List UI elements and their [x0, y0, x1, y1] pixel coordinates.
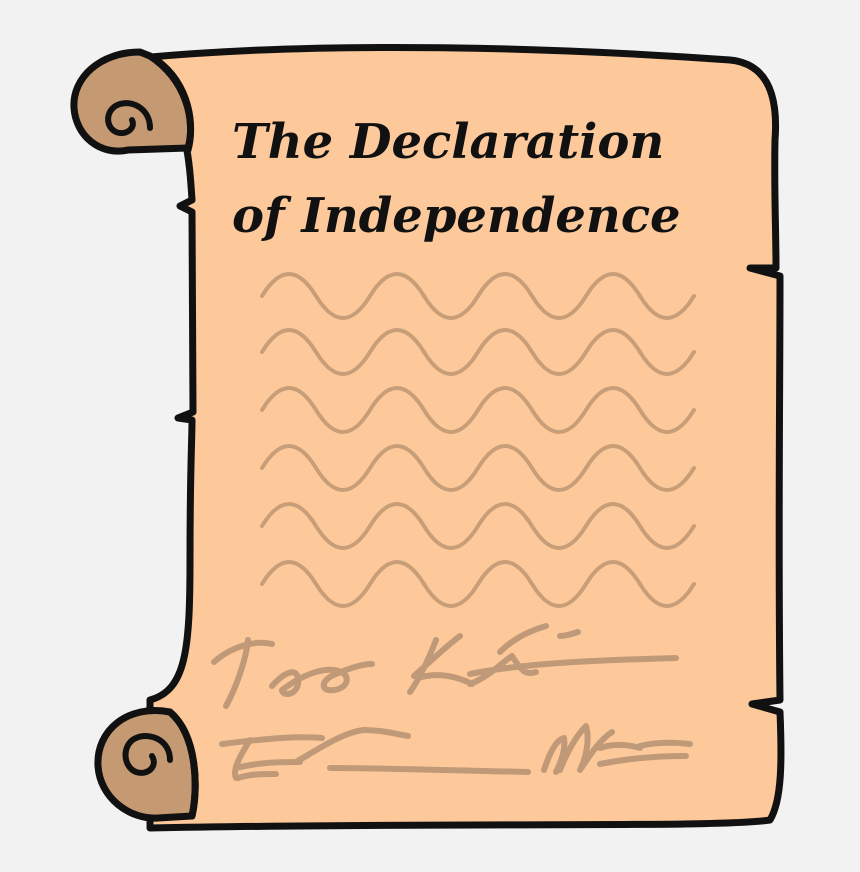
- parchment-scroll-icon: The Declaration of Independence: [70, 43, 785, 832]
- title-line-2: of Independence: [232, 188, 681, 244]
- title-line-1: The Declaration: [232, 114, 664, 170]
- scroll-illustration: The Declaration of Independence: [0, 0, 860, 872]
